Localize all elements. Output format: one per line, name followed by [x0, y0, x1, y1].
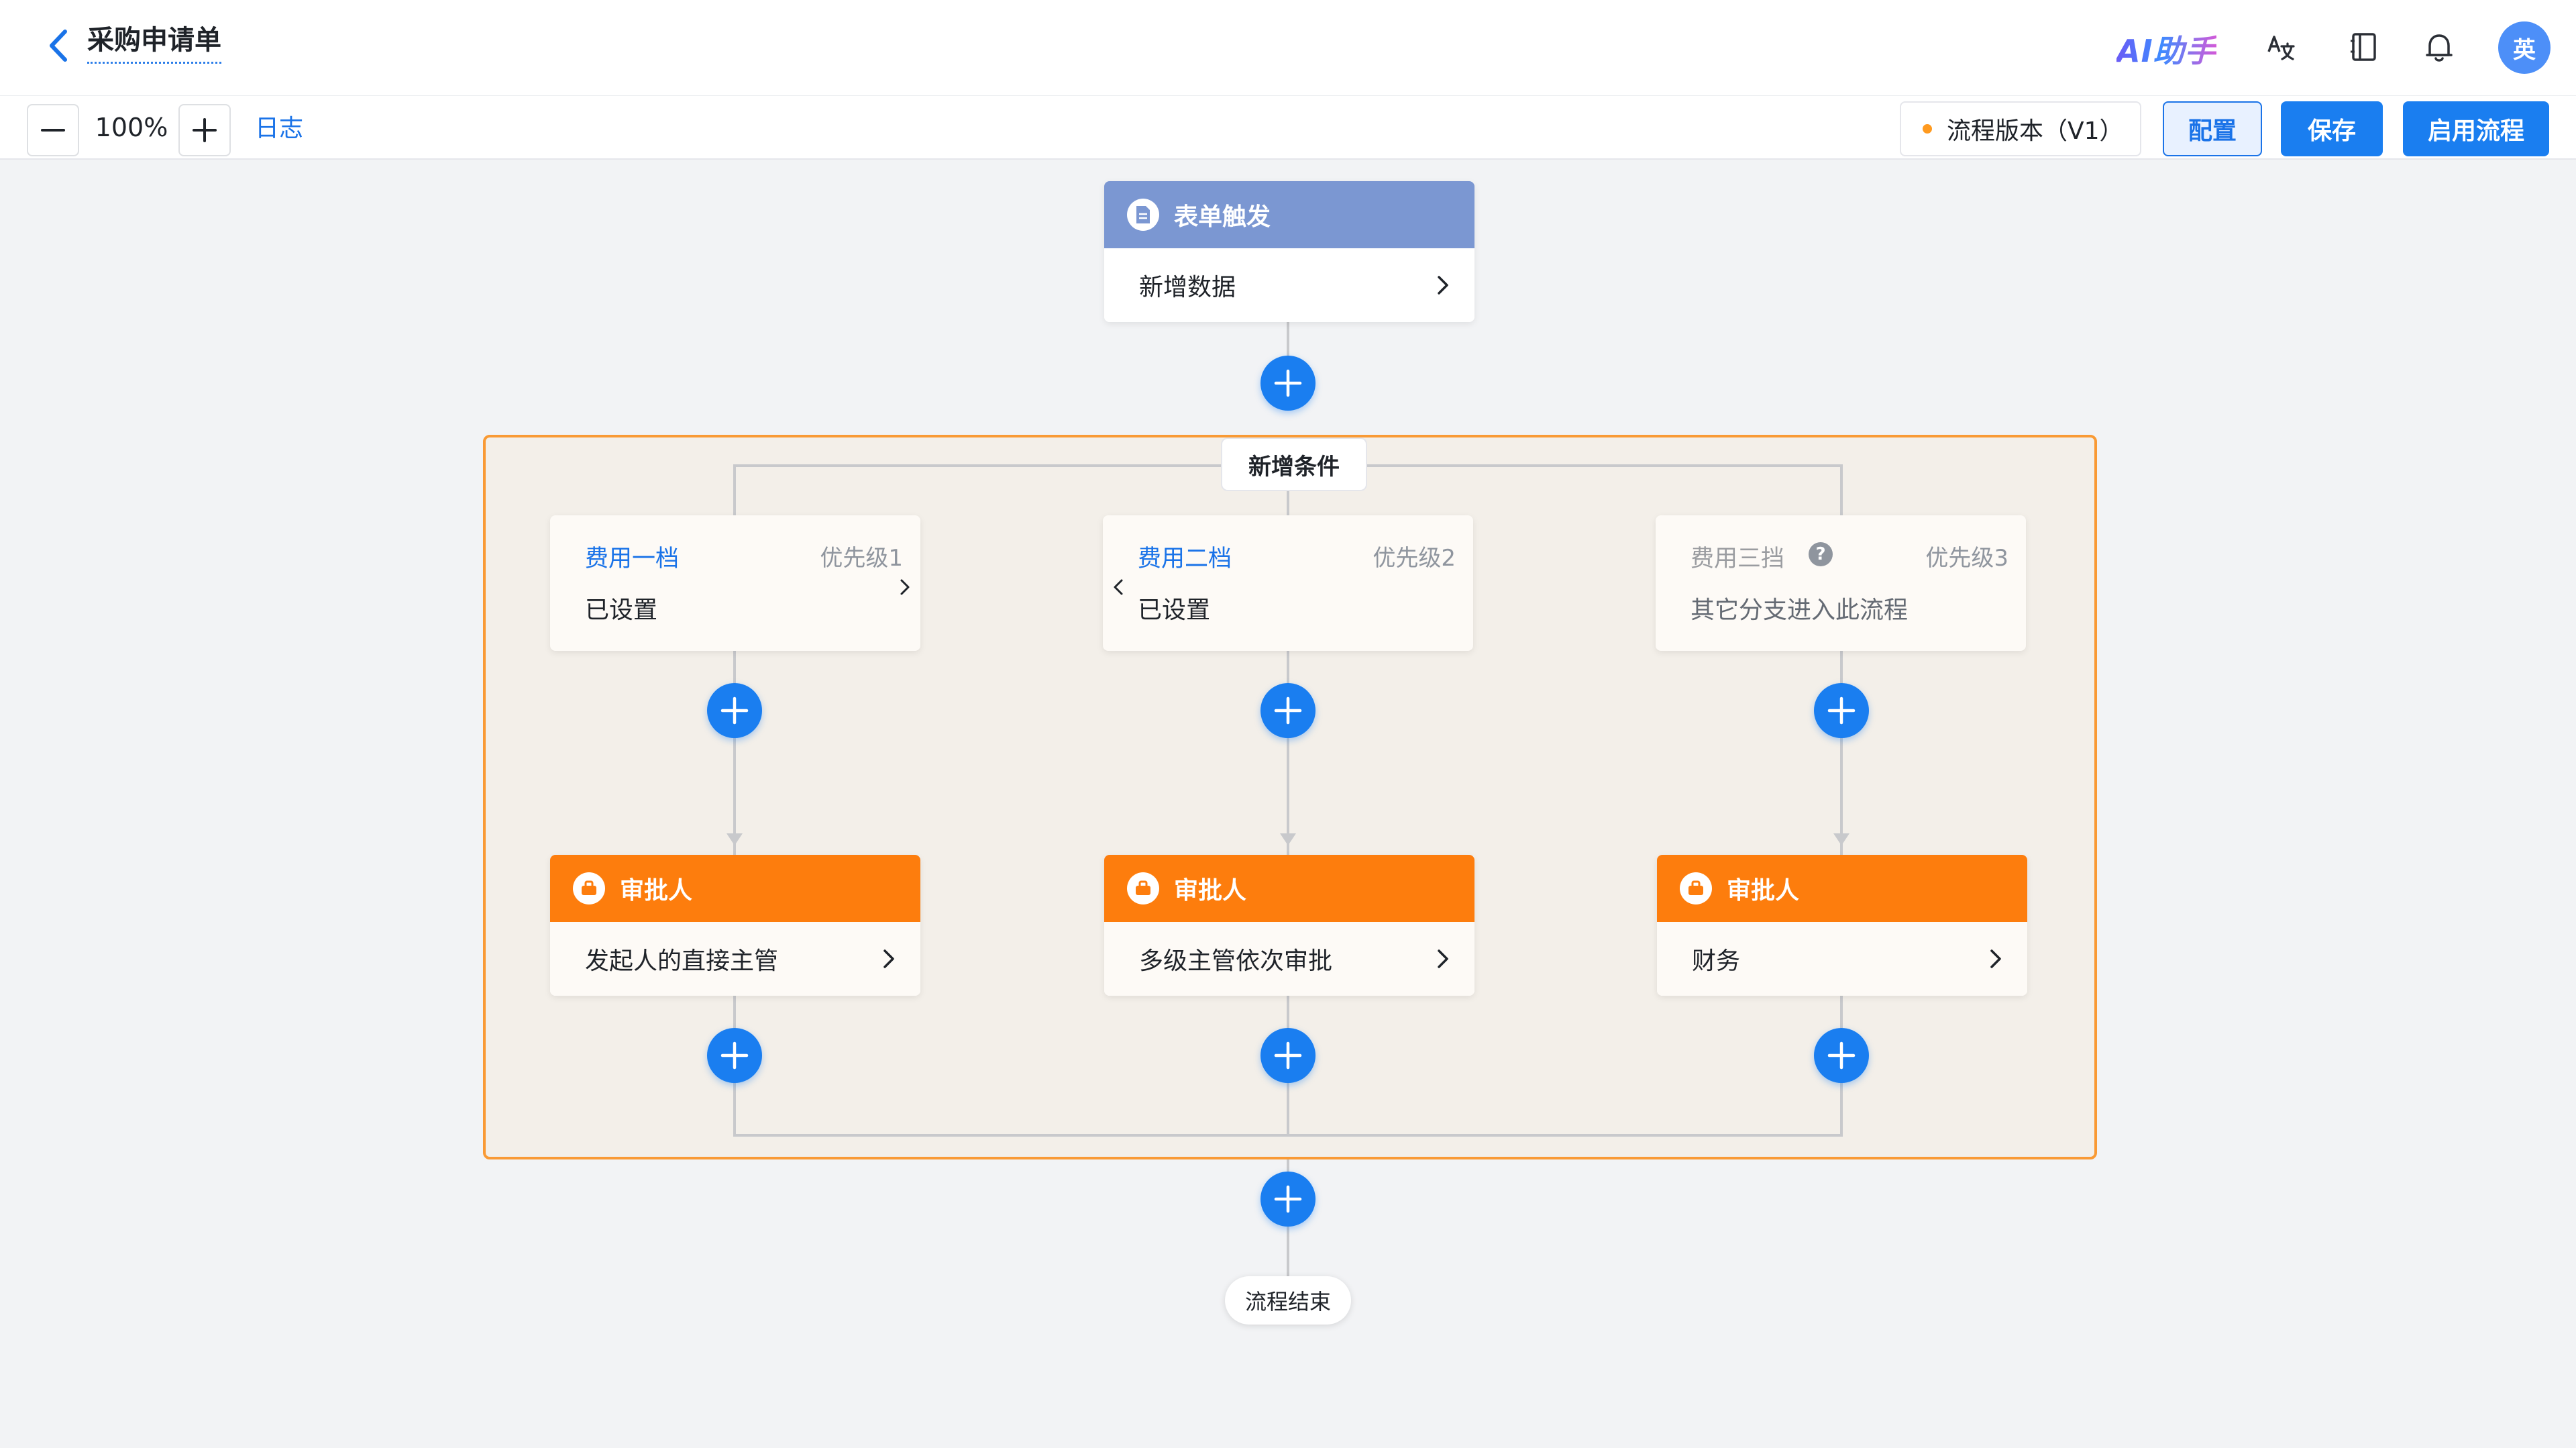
bell-icon	[2426, 34, 2453, 62]
chevron-right-icon	[1990, 949, 2001, 968]
plus-icon	[720, 696, 749, 725]
add-node-button[interactable]	[1260, 683, 1316, 738]
chevron-right-icon	[1438, 949, 1448, 968]
arrow-head	[1280, 833, 1296, 845]
save-button[interactable]: 保存	[2281, 101, 2383, 156]
trigger-action-label: 新增数据	[1139, 274, 1236, 301]
notification-button[interactable]	[2419, 27, 2459, 67]
config-button[interactable]: 配置	[2163, 101, 2262, 156]
trigger-action[interactable]: 新增数据	[1104, 248, 1474, 322]
user-avatar[interactable]: 英	[2498, 21, 2551, 74]
add-node-button[interactable]	[1814, 1028, 1869, 1083]
condition-desc: 已设置	[1138, 597, 1211, 624]
translate-button[interactable]	[2261, 27, 2301, 67]
top-header: 采购申请单 AI助手 英	[0, 0, 2576, 95]
help-icon[interactable]: ?	[1809, 542, 1833, 566]
plus-icon	[1274, 1041, 1302, 1070]
approver-title: 审批人	[1174, 877, 1247, 904]
add-node-button[interactable]	[1260, 1172, 1316, 1227]
zoom-in-button[interactable]	[178, 104, 231, 156]
plus-icon	[1827, 696, 1856, 725]
add-node-button[interactable]	[1260, 1028, 1316, 1083]
version-label: 流程版本（V1）	[1947, 117, 2124, 145]
approver-title: 审批人	[1727, 877, 1800, 904]
approver-desc: 财务	[1692, 947, 1741, 975]
plus-icon	[1274, 696, 1302, 725]
add-node-button[interactable]	[707, 683, 762, 738]
approver-icon	[1680, 872, 1712, 904]
approver-node-2[interactable]: 审批人 多级主管依次审批	[1104, 855, 1474, 996]
condition-desc: 其它分支进入此流程	[1690, 597, 1909, 624]
back-arrow-icon	[50, 30, 67, 62]
condition-card-3[interactable]: 费用三挡 ? 优先级3 其它分支进入此流程	[1656, 515, 2026, 651]
condition-name: 费用二档	[1138, 546, 1232, 572]
add-node-button[interactable]	[707, 1028, 762, 1083]
plus-icon	[720, 1041, 749, 1070]
flow-end-node: 流程结束	[1225, 1276, 1351, 1325]
condition-card-2[interactable]: 费用二档 优先级2 已设置	[1103, 515, 1473, 651]
approver-setting[interactable]: 财务	[1657, 922, 2027, 996]
document-icon	[1127, 199, 1159, 231]
plus-icon	[1827, 1041, 1856, 1070]
approver-icon	[573, 872, 605, 904]
approver-header: 审批人	[1657, 855, 2027, 922]
condition-priority: 优先级3	[1925, 545, 2008, 572]
zoom-out-button[interactable]	[27, 104, 79, 156]
add-condition-button[interactable]: 新增条件	[1221, 437, 1367, 491]
page-title[interactable]: 采购申请单	[87, 23, 221, 64]
approver-node-3[interactable]: 审批人 财务	[1657, 855, 2027, 996]
condition-card-1[interactable]: 费用一档 优先级1 已设置	[550, 515, 920, 651]
arrow-head	[727, 833, 743, 845]
approver-header: 审批人	[1104, 855, 1474, 922]
move-left-button[interactable]	[1108, 577, 1128, 597]
trigger-node[interactable]: 表单触发 新增数据	[1104, 181, 1474, 322]
notebook-icon	[2351, 33, 2376, 61]
translate-icon	[2267, 36, 2295, 60]
ai-assistant-button[interactable]: AI助手	[2116, 27, 2216, 71]
chevron-right-icon	[883, 949, 894, 968]
approver-node-1[interactable]: 审批人 发起人的直接主管	[550, 855, 920, 996]
chevron-right-icon	[1438, 276, 1448, 295]
log-link[interactable]: 日志	[255, 113, 303, 144]
approver-desc: 多级主管依次审批	[1139, 947, 1333, 975]
arrow-head	[1833, 833, 1849, 845]
condition-name: 费用一档	[585, 546, 680, 572]
plus-icon	[1274, 1185, 1302, 1213]
zoom-level: 100%	[95, 113, 168, 142]
approver-icon	[1127, 872, 1159, 904]
plus-icon	[193, 118, 217, 142]
add-node-button[interactable]	[1814, 683, 1869, 738]
trigger-title: 表单触发	[1174, 203, 1271, 231]
condition-priority: 优先级2	[1373, 545, 1456, 572]
flow-canvas[interactable]: 表单触发 新增数据 新增条件 费用一档 优先级1 已设置 费用二档 优先级2 已…	[0, 161, 2576, 1448]
back-button[interactable]	[38, 25, 78, 66]
move-right-button[interactable]	[895, 577, 915, 597]
approver-desc: 发起人的直接主管	[585, 947, 779, 975]
condition-name: 费用三挡	[1690, 546, 1785, 572]
enable-flow-button[interactable]: 启用流程	[2403, 101, 2549, 156]
toolbar: 100% 日志 流程版本（V1） 配置 保存 启用流程	[0, 95, 2576, 160]
plus-icon	[1274, 369, 1302, 397]
approver-title: 审批人	[620, 877, 693, 904]
condition-priority: 优先级1	[820, 545, 903, 572]
trigger-node-header: 表单触发	[1104, 181, 1474, 248]
approver-setting[interactable]: 发起人的直接主管	[550, 922, 920, 996]
chevron-right-icon	[900, 579, 910, 595]
version-status-dot	[1923, 124, 1932, 134]
minus-icon	[41, 129, 65, 132]
add-node-button[interactable]	[1260, 356, 1316, 411]
chevron-left-icon	[1114, 579, 1123, 595]
condition-desc: 已设置	[585, 597, 658, 624]
approver-setting[interactable]: 多级主管依次审批	[1104, 922, 1474, 996]
approver-header: 审批人	[550, 855, 920, 922]
version-selector[interactable]: 流程版本（V1）	[1900, 101, 2141, 156]
notebook-button[interactable]	[2344, 27, 2384, 67]
